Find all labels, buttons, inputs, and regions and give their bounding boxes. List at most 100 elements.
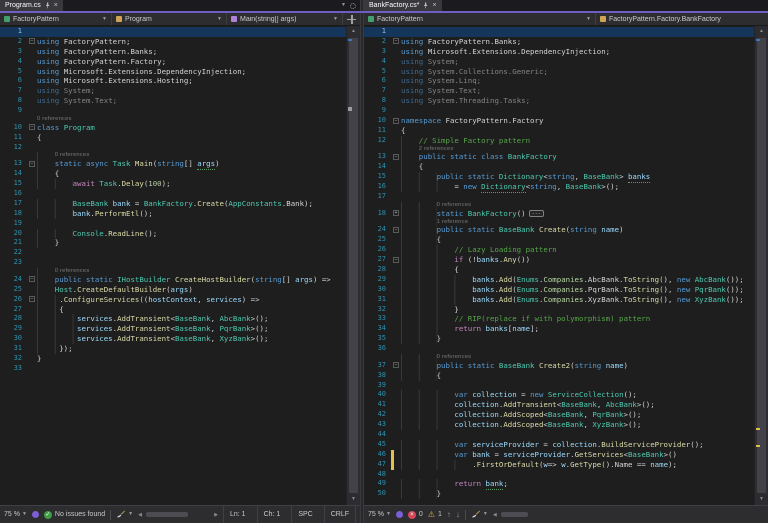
code-area-right[interactable]: 12−using FactoryPattern.Banks;3using Mic…	[364, 26, 755, 505]
close-icon[interactable]: ×	[432, 2, 436, 9]
code-line[interactable]: 30services.AddTransient<BaseBank, XyzBan…	[0, 334, 347, 344]
code-line[interactable]: 48	[364, 470, 755, 480]
codelens-row[interactable]: 0 references	[0, 116, 347, 123]
code-line[interactable]: 20Console.ReadLine();	[0, 229, 347, 239]
code-line[interactable]: 8using System.Text;	[0, 96, 347, 106]
code-line[interactable]: 14{	[0, 169, 347, 179]
code-line[interactable]: 26−.ConfigureServices((hostContext, serv…	[0, 295, 347, 305]
code-line[interactable]: 27{	[0, 305, 347, 315]
scroll-up-arrow-icon[interactable]: ▲	[347, 26, 360, 37]
code-area-left[interactable]: 12−using FactoryPattern;3using FactoryPa…	[0, 26, 347, 505]
code-line[interactable]: 14{	[364, 162, 755, 172]
code-line[interactable]: 5using Microsoft.Extensions.DependencyIn…	[0, 67, 347, 77]
code-line[interactable]: 2−using FactoryPattern;	[0, 37, 347, 47]
collapse-fold-icon[interactable]: −	[393, 257, 399, 263]
code-line[interactable]: 47.FirstOrDefault(w=> w.GetType().Name =…	[364, 460, 755, 470]
expand-fold-icon[interactable]: +	[393, 210, 399, 216]
code-line[interactable]: 12	[0, 143, 347, 153]
codelens-references[interactable]: 0 references	[437, 354, 472, 361]
codelens-references[interactable]: 1 reference	[437, 219, 469, 226]
codelens-row[interactable]: 0 references	[0, 152, 347, 159]
hscroll-thumb[interactable]	[146, 512, 188, 517]
code-line[interactable]: 17BaseBank bank = BankFactory.Create(App…	[0, 199, 347, 209]
codelens-references[interactable]: 0 references	[55, 268, 90, 275]
collapse-fold-icon[interactable]: −	[29, 296, 35, 302]
code-line[interactable]: 30banks.Add(Enums.Companies.PqrBank.ToSt…	[364, 285, 755, 295]
code-line[interactable]: 18+static BankFactory()...	[364, 209, 755, 219]
scroll-down-arrow-icon[interactable]: ▼	[347, 494, 360, 505]
code-line[interactable]: 10−class Program	[0, 123, 347, 133]
code-line[interactable]: 13−static async Task Main(string[] args)	[0, 159, 347, 169]
close-icon[interactable]: ×	[54, 2, 58, 9]
code-line[interactable]: 16= new Dictionary<string, BaseBank>();	[364, 182, 755, 192]
collapse-fold-icon[interactable]: −	[29, 38, 35, 44]
breadcrumb-member[interactable]: Main(string[] args) ▼	[227, 13, 343, 25]
code-line[interactable]: 38{	[364, 371, 755, 381]
code-cleanup-button[interactable]: ▼	[116, 510, 133, 519]
code-line[interactable]: 42collection.AddScoped<BaseBank, PqrBank…	[364, 410, 755, 420]
hscroll-track[interactable]	[499, 511, 559, 518]
codelens-row[interactable]: 0 references	[0, 268, 347, 275]
pin-icon[interactable]	[422, 2, 429, 9]
codelens-references[interactable]: 0 references	[437, 202, 472, 209]
breadcrumb-project[interactable]: FactoryPattern ▼	[0, 13, 112, 25]
zoom-level-select[interactable]: 75 % ▼	[4, 511, 27, 518]
code-line[interactable]: 26// Lazy Loading pattern	[364, 245, 755, 255]
spaces-indicator[interactable]: SPC	[291, 506, 318, 523]
code-line[interactable]: 40var collection = new ServiceCollection…	[364, 390, 755, 400]
code-line[interactable]: 32}	[364, 305, 755, 315]
next-issue-arrow-icon[interactable]: ↓	[456, 511, 460, 519]
codelens-row[interactable]: 0 references	[364, 354, 755, 361]
code-editor-right[interactable]: 12−using FactoryPattern.Banks;3using Mic…	[364, 26, 768, 505]
codelens-row[interactable]: 2 references	[364, 146, 755, 153]
code-line[interactable]: 27−if (!banks.Any())	[364, 255, 755, 265]
scroll-right-arrow-icon[interactable]: ▶	[214, 512, 218, 518]
code-line[interactable]: 9	[364, 106, 755, 116]
collapse-fold-icon[interactable]: −	[393, 362, 399, 368]
scrollbar-thumb[interactable]	[757, 38, 766, 493]
code-line[interactable]: 24−public static BaseBank Create(string …	[364, 225, 755, 235]
scroll-left-arrow-icon[interactable]: ◀	[493, 512, 497, 518]
code-line[interactable]: 31banks.Add(Enums.Companies.XyzBank.ToSt…	[364, 295, 755, 305]
code-line[interactable]: 18bank.PerformEtl();	[0, 209, 347, 219]
prev-issue-arrow-icon[interactable]: ↑	[447, 511, 451, 519]
code-line[interactable]: 44	[364, 430, 755, 440]
code-line[interactable]: 16	[0, 189, 347, 199]
collapse-fold-icon[interactable]: −	[29, 276, 35, 282]
horizontal-scrollbar[interactable]: ◀ ▶	[138, 511, 218, 518]
code-line[interactable]: 5using System.Collections.Generic;	[364, 67, 755, 77]
codelens-indicator-icon[interactable]	[32, 511, 39, 518]
tab-program-cs[interactable]: Program.cs ×	[0, 0, 63, 11]
breadcrumb-type[interactable]: FactoryPattern.Factory.BankFactory	[596, 13, 768, 25]
code-cleanup-button[interactable]: ▼	[471, 510, 488, 519]
vertical-scrollbar-right[interactable]: ▲ ▼	[754, 26, 768, 505]
code-line[interactable]: 33	[0, 364, 347, 374]
column-indicator[interactable]: Ch: 1	[257, 506, 287, 523]
collapse-fold-icon[interactable]: −	[29, 161, 35, 167]
hscroll-thumb[interactable]	[501, 512, 528, 517]
collapse-fold-icon[interactable]: −	[393, 118, 399, 124]
tab-list-chevron-icon[interactable]: ▼	[341, 3, 346, 8]
code-line[interactable]: 4using System;	[364, 57, 755, 67]
code-line[interactable]: 19	[0, 219, 347, 229]
code-line[interactable]: 24−public static IHostBuilder CreateHost…	[0, 275, 347, 285]
code-line[interactable]: 25{	[364, 235, 755, 245]
collapse-fold-icon[interactable]: −	[29, 124, 35, 130]
codelens-references[interactable]: 2 references	[419, 146, 454, 153]
code-line[interactable]: 11{	[0, 133, 347, 143]
collapse-fold-icon[interactable]: −	[393, 38, 399, 44]
code-line[interactable]: 35}	[364, 334, 755, 344]
code-line[interactable]: 23	[0, 258, 347, 268]
pin-icon[interactable]	[44, 2, 51, 9]
scroll-left-arrow-icon[interactable]: ◀	[138, 512, 142, 518]
codelens-row[interactable]: 0 references	[364, 202, 755, 209]
collapse-fold-icon[interactable]: −	[393, 154, 399, 160]
breadcrumb-type[interactable]: Program ▼	[112, 13, 227, 25]
code-line[interactable]: 17	[364, 192, 755, 202]
breadcrumb-project[interactable]: FactoryPattern ▼	[364, 13, 596, 25]
code-line[interactable]: 21}	[0, 238, 347, 248]
scrollbar-thumb[interactable]	[349, 38, 358, 493]
horizontal-scrollbar[interactable]: ◀	[493, 511, 764, 518]
code-line[interactable]: 22	[0, 248, 347, 258]
codelens-references[interactable]: 0 references	[55, 152, 90, 159]
